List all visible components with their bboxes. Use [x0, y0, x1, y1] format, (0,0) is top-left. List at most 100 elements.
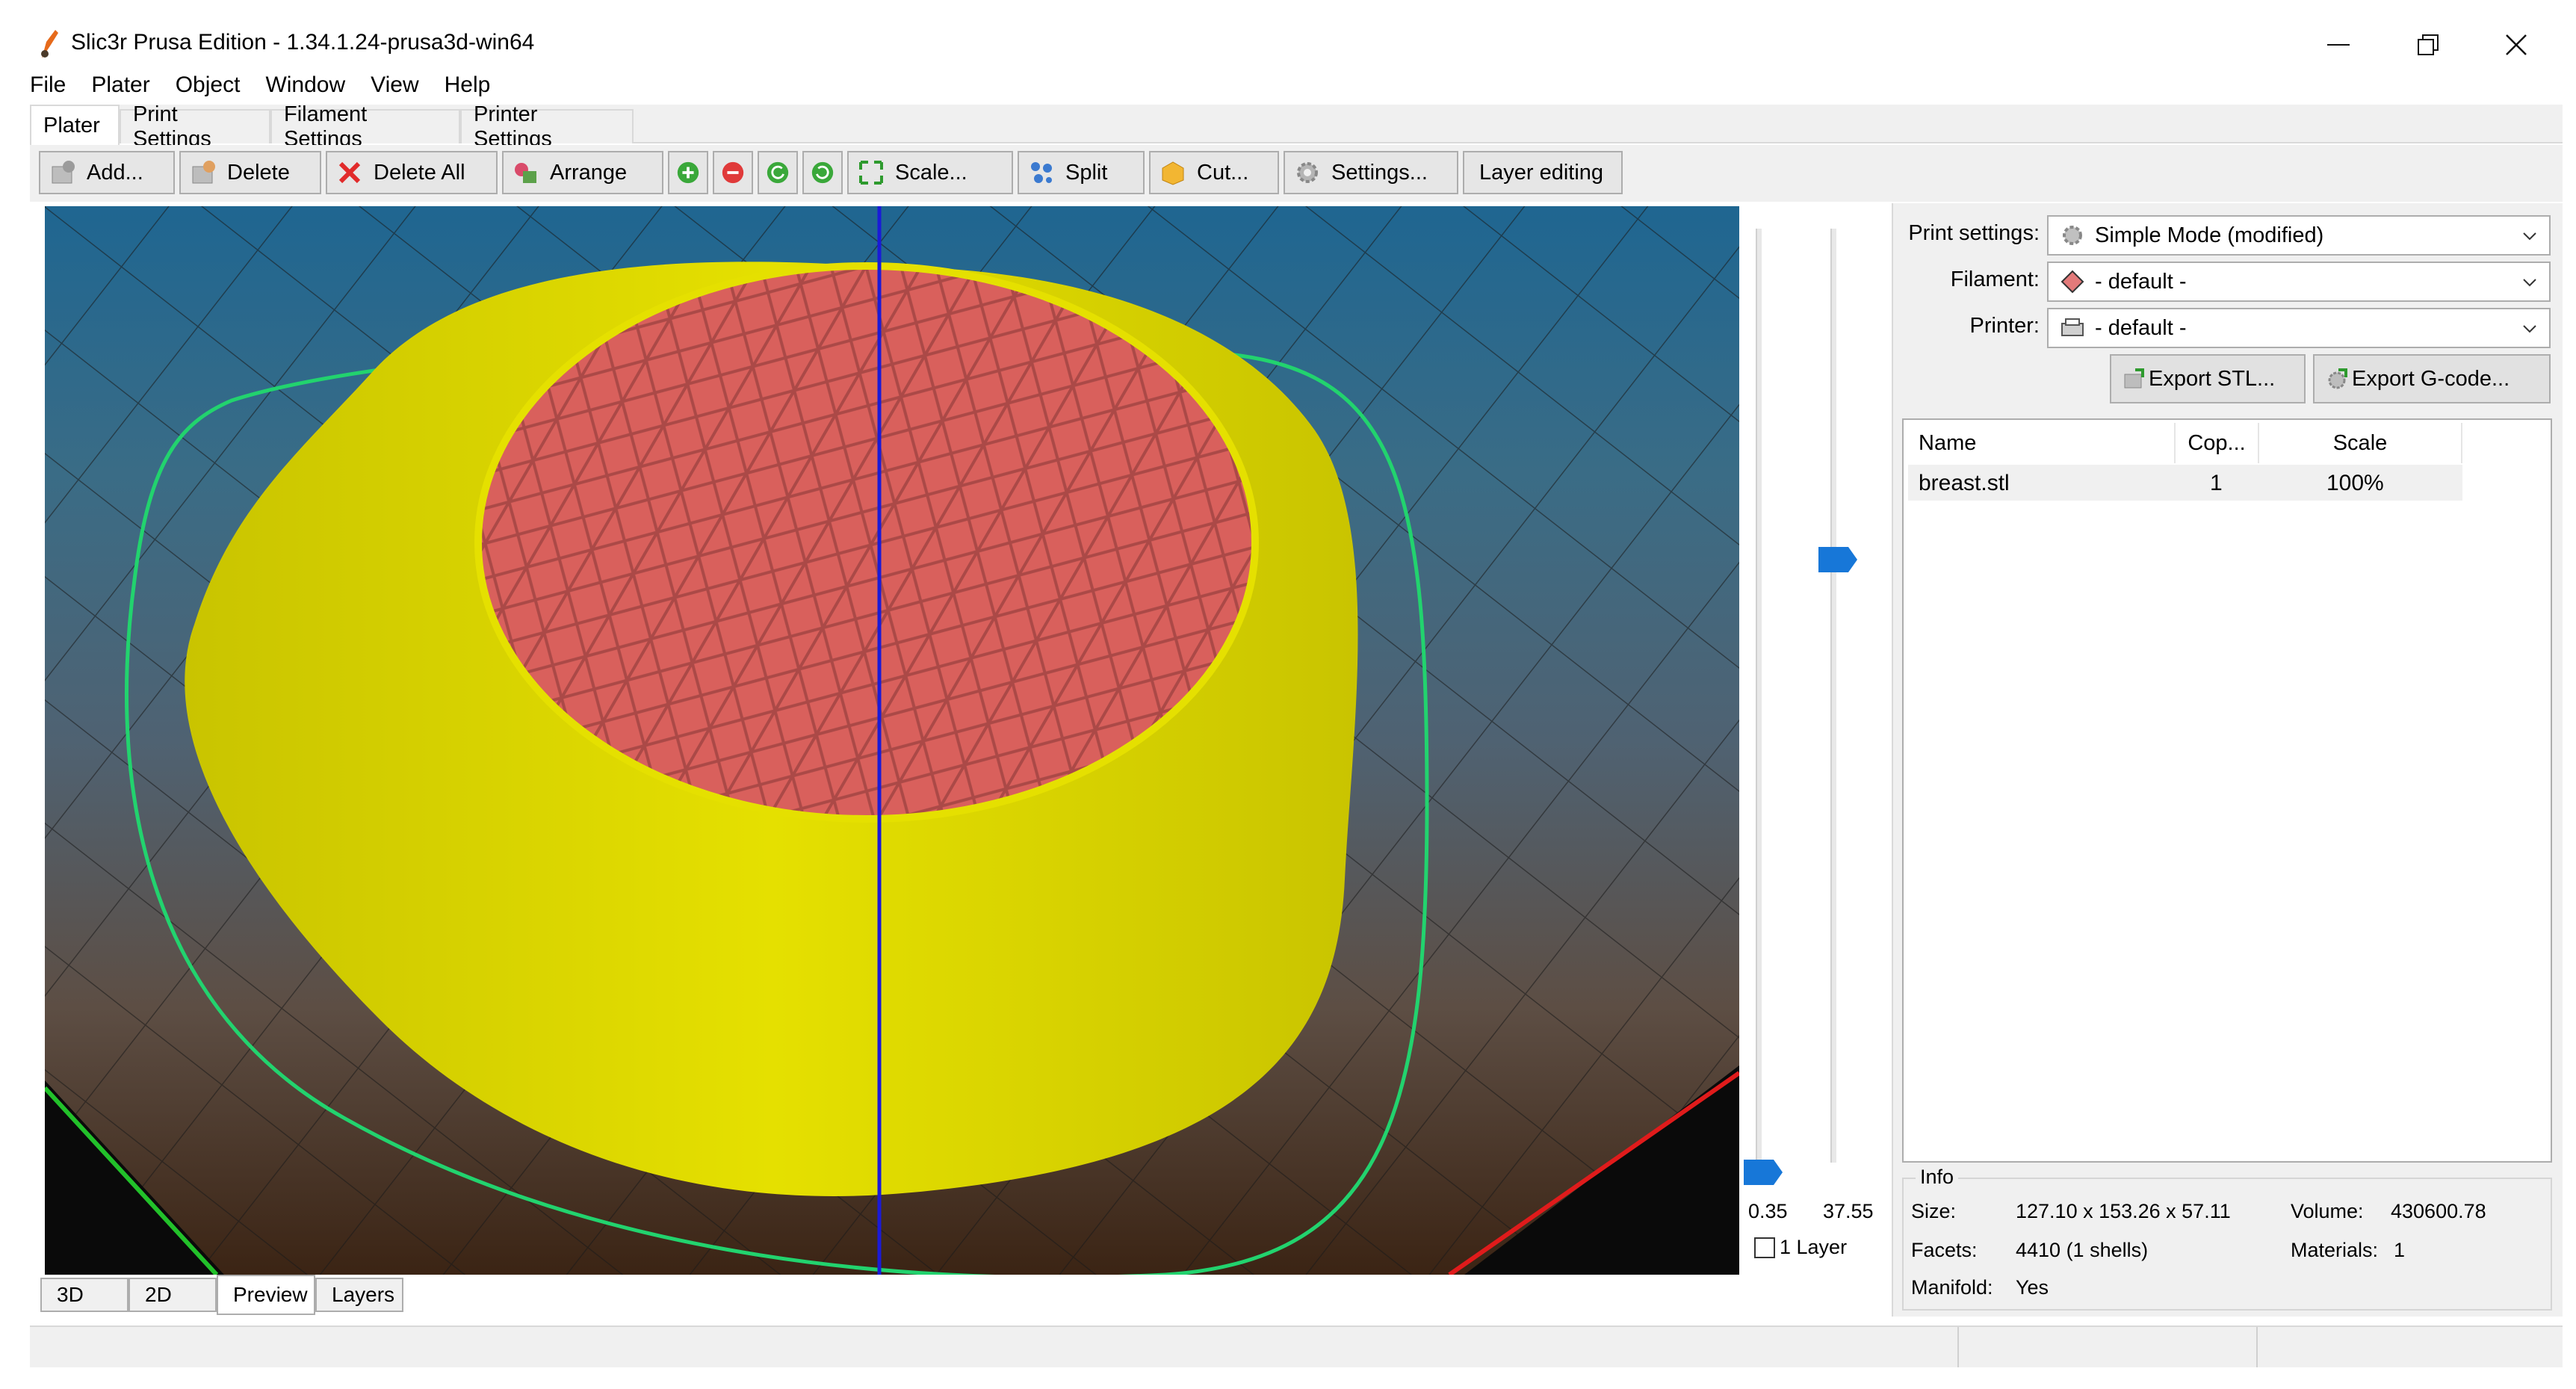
preview-viewport[interactable]: [45, 206, 1739, 1275]
arrange-label: Arrange: [550, 160, 628, 185]
column-header-scale[interactable]: Scale: [2259, 423, 2462, 463]
chevron-down-icon: [2523, 279, 2536, 287]
printer-icon: [2061, 318, 2084, 336]
add-brick-icon: [52, 161, 75, 184]
scale-button[interactable]: Scale...: [847, 151, 1013, 194]
slic3r-app-icon: [41, 30, 58, 58]
tab-preview[interactable]: Preview: [217, 1275, 315, 1315]
manifold-label: Manifold:: [1911, 1276, 1993, 1299]
tab-2d[interactable]: 2D: [129, 1278, 217, 1312]
delete-brick-icon: [192, 161, 215, 184]
menu-object[interactable]: Object: [176, 72, 241, 98]
scale-label: Scale...: [895, 160, 967, 185]
more-copies-button[interactable]: [668, 151, 708, 194]
print-settings-select[interactable]: Simple Mode (modified): [2047, 215, 2551, 256]
rotate-cw-icon: [811, 161, 834, 184]
info-box: Info Size: 127.10 x 153.26 x 57.11 Volum…: [1902, 1166, 2552, 1311]
column-header-name[interactable]: Name: [1908, 423, 2176, 463]
settings-button[interactable]: Settings...: [1284, 151, 1458, 194]
facets-label: Facets:: [1911, 1239, 1978, 1261]
info-title: Info: [1916, 1166, 1959, 1189]
size-value: 127.10 x 153.26 x 57.11: [2016, 1200, 2231, 1222]
status-divider: [1957, 1327, 1959, 1367]
chevron-down-icon: [2523, 232, 2536, 241]
cut-button[interactable]: Cut...: [1149, 151, 1279, 194]
split-button[interactable]: Split: [1018, 151, 1145, 194]
status-bar: [30, 1325, 2563, 1367]
minimize-button[interactable]: [2301, 21, 2376, 69]
gear-icon: [1297, 162, 1318, 183]
plater-toolbar: Add... Delete Delete All Arrange Scale..…: [30, 145, 2563, 202]
export-gcode-button[interactable]: Export G-code...: [2313, 354, 2551, 403]
arrange-icon: [515, 163, 536, 183]
split-label: Split: [1065, 160, 1108, 185]
column-header-copies[interactable]: Cop...: [2176, 423, 2259, 463]
menu-window[interactable]: Window: [265, 72, 345, 98]
restore-button[interactable]: [2391, 21, 2465, 69]
lower-slider-handle[interactable]: [1744, 1160, 1783, 1185]
rotate-ccw-icon: [767, 161, 789, 184]
print-settings-label: Print settings:: [1908, 221, 2040, 245]
filament-value: - default -: [2095, 269, 2187, 294]
arrange-button[interactable]: Arrange: [502, 151, 663, 194]
menu-help[interactable]: Help: [445, 72, 491, 98]
close-button[interactable]: [2479, 21, 2554, 69]
plus-circle-icon: [677, 161, 699, 184]
one-layer-toggle[interactable]: 1 Layer: [1754, 1236, 1847, 1259]
close-icon: [2506, 34, 2527, 55]
lower-slider-track[interactable]: [1756, 229, 1762, 1163]
fewer-copies-button[interactable]: [713, 151, 753, 194]
tab-3d[interactable]: 3D: [40, 1278, 129, 1312]
tab-plater[interactable]: Plater: [30, 105, 120, 145]
filament-spool-icon: [2061, 270, 2084, 294]
object-copies: 1: [2210, 471, 2223, 495]
export-stl-label: Export STL...: [2149, 366, 2276, 391]
add-button[interactable]: Add...: [39, 151, 175, 194]
preview-canvas: [45, 206, 1739, 1275]
layer-slider-panel: 0.35 37.55 1 Layer: [1741, 206, 1890, 1275]
tab-print-settings[interactable]: Print Settings: [120, 102, 270, 151]
one-layer-label: 1 Layer: [1780, 1236, 1848, 1258]
tab-printer-settings[interactable]: Printer Settings: [460, 102, 634, 151]
max-layer-height: 37.55: [1823, 1200, 1874, 1222]
status-divider: [2256, 1327, 2258, 1367]
delete-all-button[interactable]: Delete All: [326, 151, 498, 194]
tab-layers[interactable]: Layers: [315, 1278, 403, 1312]
scale-arrows-icon: [859, 161, 883, 185]
printer-label: Printer:: [1969, 314, 2040, 338]
menu-view[interactable]: View: [371, 72, 418, 98]
object-scale: 100%: [2326, 471, 2384, 495]
export-gcode-icon: [2328, 368, 2347, 389]
export-stl-button[interactable]: Export STL...: [2110, 354, 2306, 403]
layer-editing-label: Layer editing: [1479, 160, 1604, 185]
object-name: breast.stl: [1919, 471, 2010, 495]
layer-editing-button[interactable]: Layer editing: [1463, 151, 1623, 194]
tab-filament-settings[interactable]: Filament Settings: [270, 102, 460, 151]
delete-button[interactable]: Delete: [179, 151, 321, 194]
filament-label: Filament:: [1950, 267, 2040, 291]
export-gcode-label: Export G-code...: [2352, 366, 2510, 391]
chevron-down-icon: [2523, 325, 2536, 333]
main-tabs: Plater Print Settings Filament Settings …: [30, 102, 2563, 151]
print-settings-value: Simple Mode (modified): [2095, 223, 2324, 247]
menu-plater[interactable]: Plater: [91, 72, 149, 98]
rotate-right-button[interactable]: [802, 151, 843, 194]
minus-circle-icon: [722, 161, 744, 184]
upper-slider-track[interactable]: [1830, 229, 1836, 1163]
menu-bar: File Plater Object Window View Help: [30, 67, 515, 103]
facets-value: 4410 (1 shells): [2016, 1239, 2149, 1261]
object-list: Name Cop... Scale breast.stl 1 100%: [1902, 418, 2552, 1163]
menu-file[interactable]: File: [30, 72, 66, 98]
filament-select[interactable]: - default -: [2047, 262, 2551, 302]
upper-slider-handle[interactable]: [1818, 547, 1857, 572]
printer-value: - default -: [2095, 315, 2187, 340]
volume-value: 430600.78: [2391, 1200, 2486, 1222]
one-layer-checkbox[interactable]: [1754, 1237, 1775, 1258]
restore-icon: [2418, 34, 2439, 55]
manifold-value: Yes: [2016, 1276, 2049, 1299]
table-row[interactable]: breast.stl 1 100%: [1908, 465, 2462, 501]
delete-label: Delete: [227, 160, 290, 185]
printer-select[interactable]: - default -: [2047, 308, 2551, 348]
rotate-left-button[interactable]: [758, 151, 798, 194]
cut-label: Cut...: [1197, 160, 1249, 185]
